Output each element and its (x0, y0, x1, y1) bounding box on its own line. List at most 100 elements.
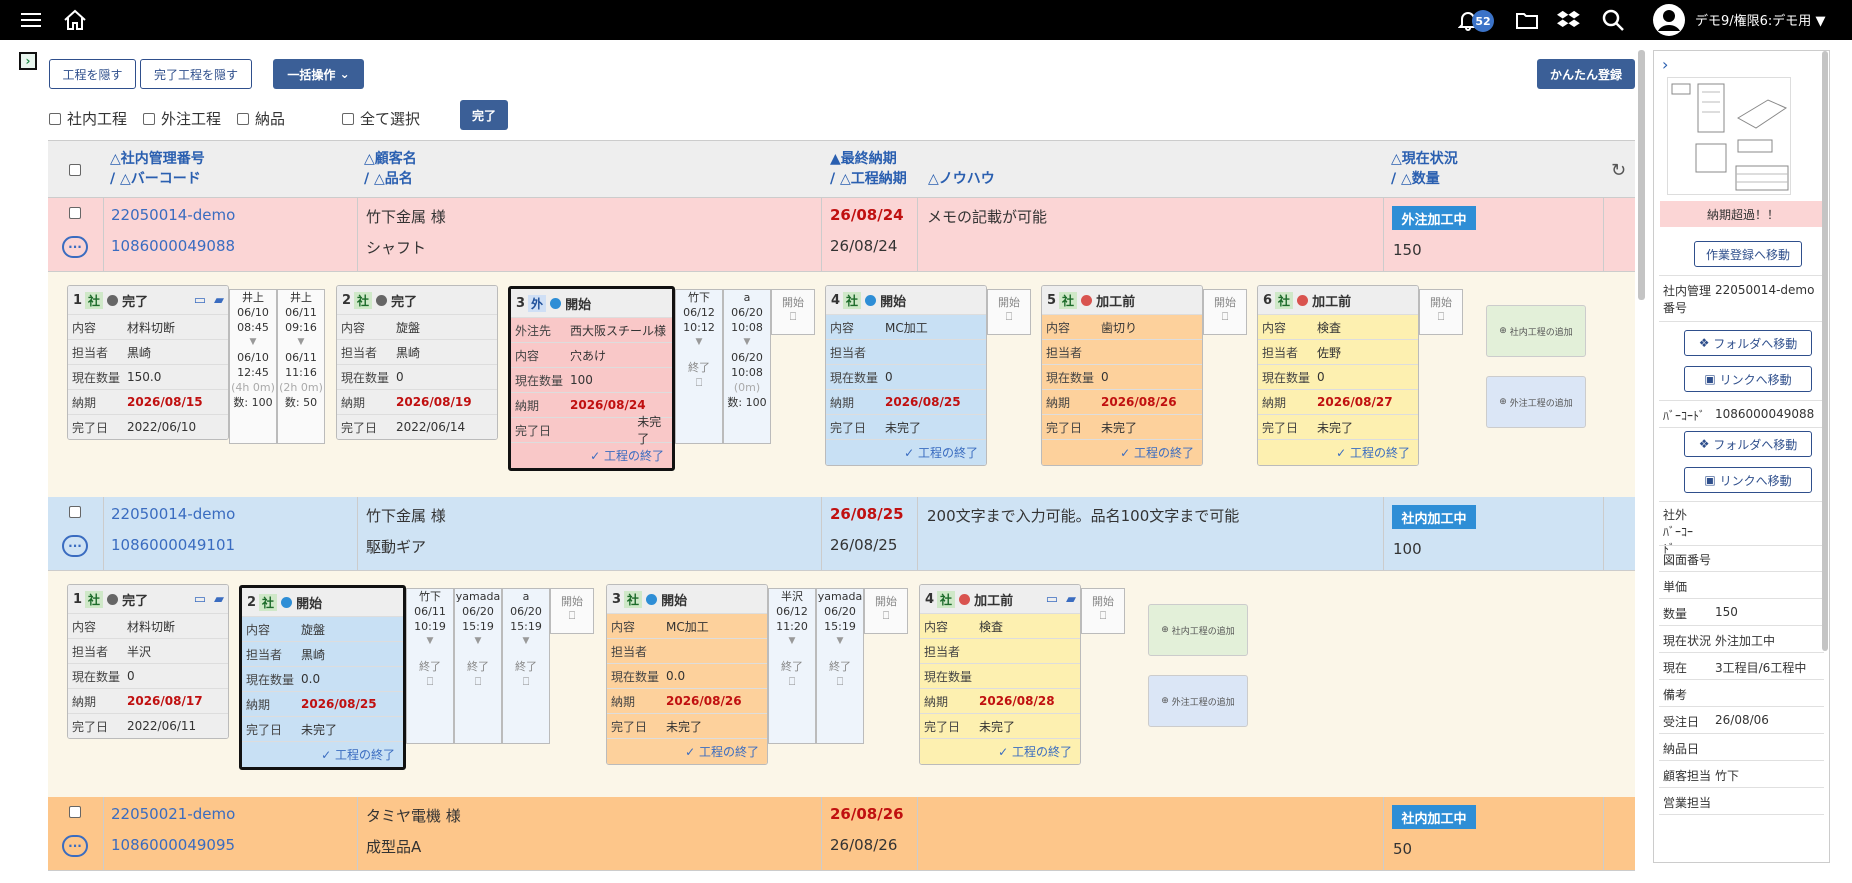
user-menu[interactable]: デモ9/権限6:デモ用 ▼ (1695, 10, 1825, 29)
start-button[interactable]: 開始 ⎕ (864, 588, 908, 634)
work-log[interactable]: a 06/20 15:19 ▼ 終了 ⎕ (502, 588, 550, 744)
main-scrollbar[interactable] (1638, 50, 1645, 300)
chat-icon[interactable]: ··· (62, 535, 88, 557)
refresh-icon[interactable]: ↻ (1611, 160, 1626, 181)
end-process-button[interactable]: ✓ 工程の終了 (1258, 439, 1418, 465)
header-col-status[interactable]: △現在状況 / △数量 (1391, 149, 1458, 189)
log-end-button[interactable]: 終了 (503, 659, 549, 674)
filter-external[interactable]: 外注工程 (143, 108, 221, 129)
process-card-selected[interactable]: 2 社 開始 内容 旋盤 担当者 黒崎 現在数量 0.0 納期 2026/08/25 完了日… (239, 585, 406, 770)
checkbox[interactable] (143, 112, 155, 125)
row-checkbox[interactable] (69, 806, 81, 818)
process-card[interactable]: 2 社 完了 内容 旋盤 担当者 黒崎 現在数量 0 納期 2026/08/19 完了日 20… (336, 285, 498, 440)
folder-button[interactable]: ❖ フォルダへ移動 (1684, 330, 1812, 356)
done-button[interactable]: 完了 (460, 100, 508, 130)
start-button[interactable]: 開始 ⎕ (1203, 289, 1247, 335)
order-id-link[interactable]: 22050021-demo (111, 805, 235, 823)
folder-icon[interactable]: ▰ (1066, 592, 1076, 607)
log-end-button[interactable]: 終了 (817, 659, 863, 674)
collapse-icon[interactable]: › (1662, 55, 1668, 74)
avatar[interactable] (1652, 4, 1686, 36)
order-id-link[interactable]: 22050014-demo (111, 505, 235, 523)
work-log[interactable]: 竹下 06/12 10:12 ▼ 終了 ⎕ (675, 289, 723, 444)
end-process-button[interactable]: ✓ 工程の終了 (920, 738, 1080, 764)
table-row[interactable]: ··· 22050014-demo 1086000049088 竹下金属 様 シ… (48, 198, 1635, 272)
comment-icon[interactable]: ▭ (194, 592, 206, 607)
checkbox[interactable] (237, 112, 249, 125)
process-card[interactable]: 3 社 開始 内容 MC加工 担当者 現在数量 0.0 納期 2026/08/26 完了日… (606, 584, 768, 765)
work-log[interactable]: a 06/20 10:08 ▼ 06/20 10:08 (0m) 数: 100 (723, 289, 771, 444)
comment-icon[interactable]: ▭ (194, 293, 206, 308)
filter-internal[interactable]: 社内工程 (49, 108, 127, 129)
menu-icon[interactable] (20, 6, 42, 34)
link-button[interactable]: ▣ リンクへ移動 (1684, 467, 1812, 493)
header-col-customer[interactable]: △顧客名 / △品名 (364, 149, 417, 189)
barcode-link[interactable]: 1086000049088 (111, 237, 235, 255)
comment-icon[interactable]: ▭ (1046, 592, 1058, 607)
start-button[interactable]: 開始 ⎕ (550, 588, 594, 634)
add-external-process-button[interactable]: ⊕ 外注工程の追加 (1486, 376, 1586, 428)
process-card[interactable]: 1 社 完了 ▭ ▰ 内容 材料切断 担当者 黒崎 現在数量 150.0 納期 2026/08/… (67, 285, 229, 440)
panel-scrollbar[interactable] (1822, 51, 1828, 651)
process-card-selected[interactable]: 3 外 開始 外注先 西大阪スチール様 内容 穴あけ 現在数量 100 納期 2026/08… (508, 286, 675, 471)
link-button[interactable]: ▣ リンクへ移動 (1684, 366, 1812, 392)
hide-done-button[interactable]: 完了工程を隠す (140, 59, 252, 89)
home-icon[interactable] (62, 6, 88, 34)
hide-process-button[interactable]: 工程を隠す (49, 59, 136, 89)
process-card[interactable]: 4 社 加工前 ▭ ▰ 内容 検査 担当者 現在数量 納期 2026/08/28 完了日 未完… (919, 584, 1081, 765)
order-id-link[interactable]: 22050014-demo (111, 206, 235, 224)
log-end-button[interactable]: 終了 (769, 659, 815, 674)
log-end-button[interactable]: 終了 (407, 659, 453, 674)
process-card[interactable]: 6 社 加工前 内容 検査 担当者 佐野 現在数量 0 納期 2026/08/27 完了日 未… (1257, 285, 1419, 466)
row-checkbox[interactable] (69, 506, 81, 518)
start-button[interactable]: 開始 ⎕ (987, 289, 1031, 335)
process-card[interactable]: 1 社 完了 ▭ ▰ 内容 材料切断 担当者 半沢 現在数量 0 納期 2026/08/17 完… (67, 584, 229, 739)
row-checkbox[interactable] (69, 207, 81, 219)
add-external-process-button[interactable]: ⊕ 外注工程の追加 (1148, 675, 1248, 727)
work-log[interactable]: 井上 06/10 08:45 ▼ 06/10 12:45 (4h 0m) 数: 100 (229, 289, 277, 444)
work-log[interactable]: 井上 06/11 09:16 ▼ 06/11 11:16 (2h 0m) 数: 50 (277, 289, 325, 444)
work-log[interactable]: 半沢 06/12 11:20 ▼ 終了 ⎕ (768, 588, 816, 744)
end-process-button[interactable]: ✓ 工程の終了 (607, 738, 767, 764)
folder-icon[interactable]: ▰ (214, 592, 224, 607)
folder-icon[interactable]: ▰ (214, 293, 224, 308)
header-knowhow[interactable]: △ノウハウ (928, 169, 995, 189)
easy-register-button[interactable]: かんたん登録 (1537, 59, 1635, 89)
chat-icon[interactable]: ··· (62, 835, 88, 857)
go-work-register-button[interactable]: 作業登録へ移動 (1694, 241, 1802, 267)
select-all[interactable]: 全て選択 (342, 108, 420, 129)
work-log[interactable]: 竹下 06/11 10:19 ▼ 終了 ⎕ (406, 588, 454, 744)
process-card[interactable]: 4 社 開始 内容 MC加工 担当者 現在数量 0 納期 2026/08/25 完了日 未完… (825, 285, 987, 466)
header-checkbox[interactable] (69, 164, 81, 176)
start-button[interactable]: 開始 ⎕ (1419, 289, 1463, 335)
checkbox[interactable] (49, 112, 61, 125)
drawing-thumbnail[interactable] (1667, 77, 1791, 195)
start-button[interactable]: 開始 ⎕ (771, 289, 815, 335)
barcode-link[interactable]: 1086000049095 (111, 836, 235, 854)
chat-icon[interactable]: ··· (62, 236, 88, 258)
work-log[interactable]: yamada 06/20 15:19 ▼ 終了 ⎕ (454, 588, 502, 744)
add-internal-process-button[interactable]: ⊕ 社内工程の追加 (1486, 305, 1586, 357)
end-process-button[interactable]: ✓ 工程の終了 (242, 741, 403, 767)
dropbox-icon[interactable] (1556, 6, 1582, 34)
expand-panel-icon[interactable]: › (19, 52, 37, 70)
end-process-button[interactable]: ✓ 工程の終了 (826, 439, 986, 465)
header-col-id[interactable]: △社内管理番号 / △バーコード (110, 149, 205, 189)
table-row[interactable]: ··· 22050021-demo 1086000049095 タミヤ電機 様 … (48, 797, 1635, 871)
search-icon[interactable] (1600, 6, 1626, 34)
folder-icon[interactable] (1514, 6, 1540, 34)
work-log[interactable]: yamada 06/20 15:19 ▼ 終了 ⎕ (816, 588, 864, 744)
end-process-button[interactable]: ✓ 工程の終了 (1042, 439, 1202, 465)
checkbox[interactable] (342, 112, 354, 125)
folder-button[interactable]: ❖ フォルダへ移動 (1684, 431, 1812, 457)
start-button[interactable]: 開始 ⎕ (1081, 588, 1125, 634)
log-end-button[interactable]: 終了 (676, 360, 722, 375)
add-internal-process-button[interactable]: ⊕ 社内工程の追加 (1148, 604, 1248, 656)
process-card[interactable]: 5 社 加工前 内容 歯切り 担当者 現在数量 0 納期 2026/08/26 完了日 未完… (1041, 285, 1203, 466)
bulk-action-button[interactable]: 一括操作 ⌄ (273, 59, 364, 89)
header-col-due[interactable]: ▲最終納期 / △工程納期 (830, 149, 907, 189)
barcode-link[interactable]: 1086000049101 (111, 536, 235, 554)
log-end-button[interactable]: 終了 (455, 659, 501, 674)
filter-delivery[interactable]: 納品 (237, 108, 285, 129)
table-row[interactable]: ··· 22050014-demo 1086000049101 竹下金属 様 駆… (48, 497, 1635, 571)
